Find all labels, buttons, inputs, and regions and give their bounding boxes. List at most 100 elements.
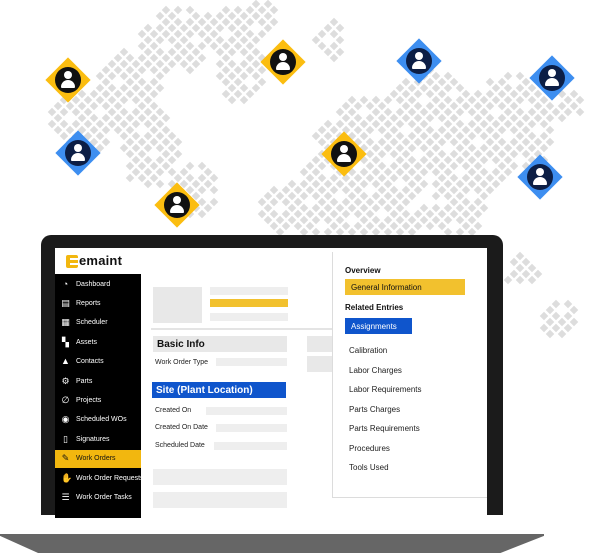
map-dot: [143, 131, 153, 141]
map-dot: [539, 143, 549, 153]
created-on-date-field[interactable]: [216, 424, 287, 432]
assignments-tab[interactable]: Assignments: [345, 318, 412, 334]
map-dot: [299, 203, 309, 213]
map-dot: [341, 197, 351, 207]
map-dot: [149, 77, 159, 87]
location-marker[interactable]: [260, 39, 306, 85]
map-dot: [365, 173, 375, 183]
map-dot: [539, 323, 549, 333]
map-dot: [335, 203, 345, 213]
related-entry-link[interactable]: Labor Requirements: [349, 385, 421, 394]
map-dot: [413, 89, 423, 99]
site-header[interactable]: Site (Plant Location): [152, 382, 286, 398]
map-dot: [245, 53, 255, 63]
map-dot: [161, 65, 171, 75]
basic-info-header[interactable]: Basic Info: [153, 336, 287, 352]
map-dot: [413, 113, 423, 123]
map-dot: [473, 89, 483, 99]
sidebar-item-scheduled-wos[interactable]: ◉ Scheduled WOs: [55, 411, 141, 429]
work-order-type-field[interactable]: [216, 358, 287, 366]
map-dot: [245, 29, 255, 39]
map-dot: [431, 143, 441, 153]
location-marker[interactable]: [45, 57, 91, 103]
sidebar-item-scheduler[interactable]: ▦ Scheduler: [55, 314, 141, 332]
map-dot: [419, 107, 429, 117]
map-dot: [269, 209, 279, 219]
map-dot: [455, 119, 465, 129]
map-dot: [149, 41, 159, 51]
map-dot: [365, 113, 375, 123]
sidebar-item-parts[interactable]: ⚙ Parts: [55, 372, 141, 390]
map-dot: [155, 71, 165, 81]
map-dot: [407, 179, 417, 189]
related-entry-link[interactable]: Parts Requirements: [349, 424, 420, 433]
location-marker[interactable]: [529, 55, 575, 101]
map-dot: [449, 125, 459, 135]
sidebar-item-signatures[interactable]: ▯ Signatures: [55, 430, 141, 448]
sidebar-item-work-order-tasks[interactable]: ☰ Work Order Tasks: [55, 488, 141, 506]
map-dot: [407, 131, 417, 141]
user-head: [64, 71, 72, 79]
logo[interactable]: emaint: [55, 248, 141, 274]
map-dot: [383, 203, 393, 213]
map-dot: [503, 143, 513, 153]
map-dot: [479, 155, 489, 165]
map-dot: [407, 167, 417, 177]
map-dot: [353, 113, 363, 123]
map-dot: [275, 215, 285, 225]
map-dot: [437, 89, 447, 99]
map-dot: [341, 221, 351, 231]
map-dot: [431, 191, 441, 201]
map-dot: [155, 155, 165, 165]
map-dot: [467, 179, 477, 189]
related-entry-link[interactable]: Procedures: [349, 444, 390, 453]
map-dot: [287, 215, 297, 225]
map-dot: [389, 173, 399, 183]
map-dot: [389, 197, 399, 207]
map-dot: [209, 173, 219, 183]
sidebar-item-work-order-requests[interactable]: ✋ Work Order Requests: [55, 469, 144, 487]
map-dot: [113, 65, 123, 75]
map-dot: [479, 119, 489, 129]
map-dot: [491, 119, 501, 129]
created-on-field[interactable]: [206, 407, 287, 415]
location-marker[interactable]: [321, 131, 367, 177]
map-dot: [83, 107, 93, 117]
map-dot: [431, 167, 441, 177]
title-placeholder: [210, 287, 288, 295]
map-dot: [173, 41, 183, 51]
location-marker[interactable]: [517, 154, 563, 200]
map-dot: [473, 221, 483, 231]
related-entry-link[interactable]: Labor Charges: [349, 366, 402, 375]
location-marker[interactable]: [396, 38, 442, 84]
scheduled-date-field[interactable]: [214, 442, 287, 450]
map-dot: [221, 53, 231, 63]
location-marker[interactable]: [154, 182, 200, 228]
sidebar-item-work-orders[interactable]: ✎ Work Orders: [55, 449, 141, 468]
sidebar-item-assets[interactable]: ▚ Assets: [55, 333, 141, 351]
map-dot: [47, 107, 57, 117]
map-dot: [419, 203, 429, 213]
general-information-tab[interactable]: General Information: [345, 279, 465, 295]
map-dot: [551, 299, 561, 309]
sidebar-item-reports[interactable]: ▤ Reports: [55, 294, 141, 312]
sidebar-item-contacts[interactable]: ▲ Contacts: [55, 353, 141, 371]
hand-icon: ✋: [61, 472, 73, 483]
sidebar-item-projects[interactable]: ∅ Projects: [55, 391, 141, 409]
map-dot: [407, 143, 417, 153]
map-dot: [329, 17, 339, 27]
map-dot: [407, 191, 417, 201]
map-dot: [461, 101, 471, 111]
related-entry-link[interactable]: Parts Charges: [349, 405, 400, 414]
sidebar-item-dashboard[interactable]: ◔ Dashboard: [55, 275, 141, 293]
map-dot: [377, 185, 387, 195]
map-dot: [323, 179, 333, 189]
related-entry-link[interactable]: Calibration: [349, 346, 387, 355]
map-dot: [413, 161, 423, 171]
map-dot: [413, 125, 423, 135]
location-marker[interactable]: [55, 130, 101, 176]
map-dot: [227, 11, 237, 21]
related-entry-link[interactable]: Tools Used: [349, 463, 389, 472]
map-dot: [509, 125, 519, 135]
user-head: [340, 145, 348, 153]
